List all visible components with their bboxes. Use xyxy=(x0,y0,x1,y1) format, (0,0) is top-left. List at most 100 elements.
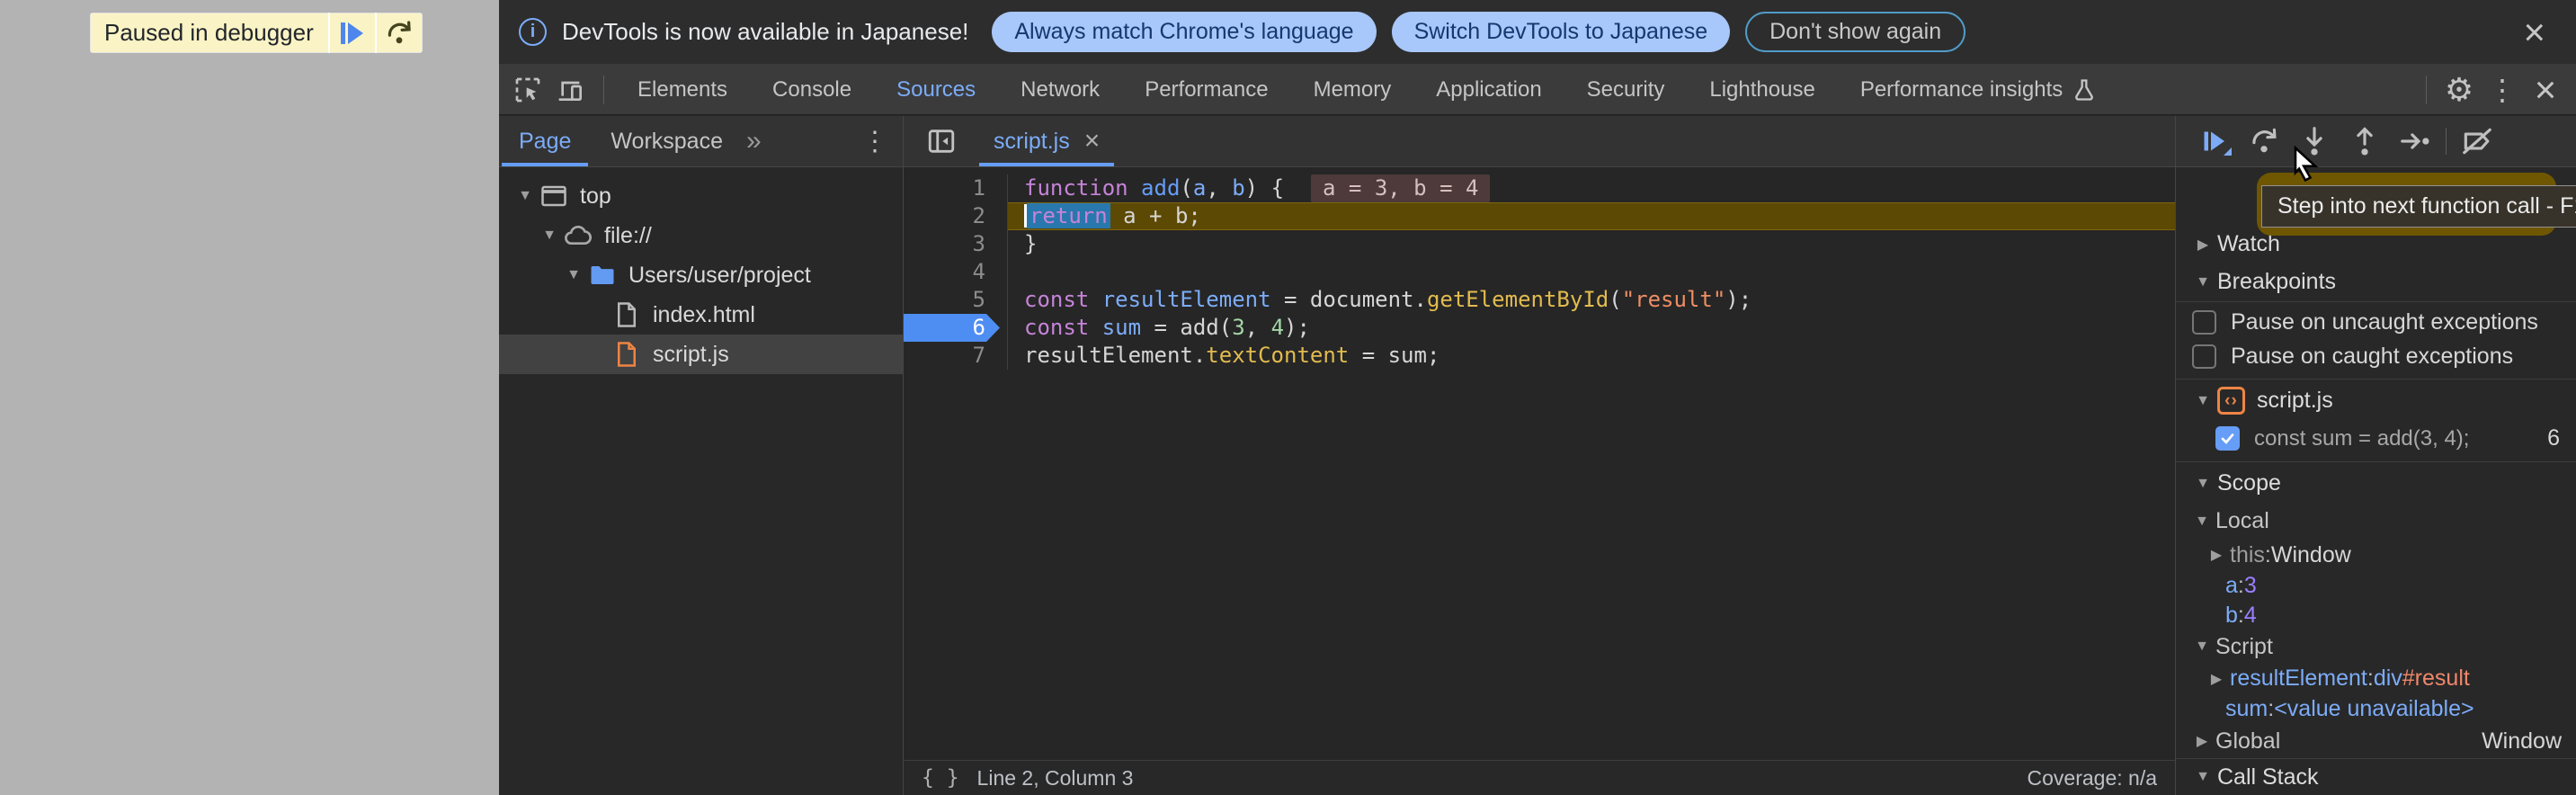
chevron-down-icon: ▼ xyxy=(2188,274,2217,290)
tree-item-file-[interactable]: ▼file:// xyxy=(499,216,903,255)
always-match-language-button[interactable]: Always match Chrome's language xyxy=(992,12,1376,52)
section-scope[interactable]: ▼ Scope xyxy=(2176,464,2576,504)
scope-local-group[interactable]: ▼ Local xyxy=(2176,504,2576,540)
code-line-2[interactable]: 2return a + b; xyxy=(904,202,2175,230)
checkbox-unchecked[interactable] xyxy=(2192,344,2216,369)
tab-security[interactable]: Security xyxy=(1564,65,1688,114)
pause-caught-exceptions-row[interactable]: Pause on caught exceptions xyxy=(2176,340,2576,374)
checkbox-checked[interactable] xyxy=(2215,426,2240,451)
scope-var-a[interactable]: a: 3 xyxy=(2176,571,2576,601)
code-line-3[interactable]: 3} xyxy=(904,230,2175,258)
code-line-7[interactable]: 7resultElement.textContent = sum; xyxy=(904,342,2175,370)
more-tabs-chevron-icon[interactable]: » xyxy=(746,126,762,156)
tab-sources[interactable]: Sources xyxy=(874,65,998,114)
line-number-gutter[interactable]: 2 xyxy=(904,202,1008,230)
infobar-close-icon[interactable]: × xyxy=(2512,13,2556,51)
tree-item-users-user-project[interactable]: ▼ Users/user/project xyxy=(499,255,903,295)
line-number: 2 xyxy=(973,203,985,228)
code-token: = sum; xyxy=(1349,343,1440,368)
tree-item-top[interactable]: ▼ top xyxy=(499,176,903,216)
tab-close-icon[interactable]: × xyxy=(1084,126,1101,156)
inspect-element-button[interactable] xyxy=(506,70,549,110)
code-token: ( xyxy=(1180,175,1192,201)
switch-to-japanese-button[interactable]: Switch DevTools to Japanese xyxy=(1392,12,1731,52)
scope-var-resultelement[interactable]: ▶ resultElement: div#result xyxy=(2176,663,2576,694)
tab-memory[interactable]: Memory xyxy=(1291,65,1414,114)
code-line-5[interactable]: 5const resultElement = document.getEleme… xyxy=(904,286,2175,314)
code-line-1[interactable]: 1function add(a, b) {a = 3, b = 4 xyxy=(904,174,2175,202)
tree-item-label: Users/user/project xyxy=(628,263,811,289)
breakpoint-entry[interactable]: const sum = add(3, 4); 6 xyxy=(2176,420,2576,458)
tab-workspace[interactable]: Workspace xyxy=(591,116,743,166)
code-token xyxy=(1128,175,1141,201)
breakpoint-line-marker[interactable]: 6 xyxy=(904,314,1008,342)
step-out-button[interactable] xyxy=(2340,121,2390,162)
code-token: 3 xyxy=(1232,315,1244,340)
checkbox-unchecked[interactable] xyxy=(2192,310,2216,335)
tab-label: Performance insights xyxy=(1860,77,2063,103)
line-number-gutter[interactable]: 7 xyxy=(904,342,1008,370)
step-into-button[interactable] xyxy=(2289,121,2340,162)
code-editor[interactable]: 1function add(a, b) {a = 3, b = 42return… xyxy=(904,167,2175,760)
deactivate-breakpoints-button[interactable] xyxy=(2452,121,2502,162)
code-line-content: resultElement.textContent = sum; xyxy=(1008,342,2175,370)
scope-var-b[interactable]: b: 4 xyxy=(2176,601,2576,630)
scope-global-group[interactable]: ▶ Global Window xyxy=(2176,724,2576,758)
editor-statusbar: { } Line 2, Column 3 Coverage: n/a xyxy=(904,760,2175,795)
tab-console[interactable]: Console xyxy=(750,65,874,114)
code-line-4[interactable]: 4 xyxy=(904,258,2175,286)
tab-lighthouse[interactable]: Lighthouse xyxy=(1687,65,1837,114)
navigator-menu-icon[interactable]: ⋮ xyxy=(861,126,888,157)
more-options-menu-icon[interactable]: ⋮ xyxy=(2481,70,2524,110)
line-number-gutter[interactable]: 1 xyxy=(904,174,1008,202)
editor-tab-scriptjs[interactable]: script.js × xyxy=(988,116,1105,166)
line-number-gutter[interactable]: 5 xyxy=(904,286,1008,314)
debugger-toolbar xyxy=(2176,116,2576,167)
code-token: ); xyxy=(1725,287,1752,312)
resume-script-button[interactable] xyxy=(330,13,375,53)
global-value: Window xyxy=(2482,728,2562,755)
pause-caught-label: Pause on caught exceptions xyxy=(2231,344,2513,370)
settings-gear-icon[interactable]: ⚙ xyxy=(2438,70,2481,110)
step-over-button[interactable] xyxy=(377,13,422,53)
resume-icon xyxy=(2197,125,2230,157)
disclosure-triangle-icon[interactable]: ▼ xyxy=(560,267,587,283)
var-value: 3 xyxy=(2244,573,2257,599)
section-breakpoints[interactable]: ▼ Breakpoints xyxy=(2176,264,2576,301)
toggle-device-toolbar-button[interactable] xyxy=(549,70,593,110)
scope-var-sum[interactable]: sum: <value unavailable> xyxy=(2176,694,2576,724)
sources-panel: Page Workspace » ⋮ ▼top▼file://▼Users/us… xyxy=(499,116,2576,795)
line-number: 5 xyxy=(973,287,985,312)
dont-show-again-button[interactable]: Don't show again xyxy=(1745,12,1965,52)
scope-var-this[interactable]: ▶ this: Window xyxy=(2176,539,2576,571)
disclosure-triangle-icon[interactable]: ▼ xyxy=(512,188,539,204)
scope-script-group[interactable]: ▼ Script xyxy=(2176,630,2576,663)
tab-network[interactable]: Network xyxy=(998,65,1122,114)
devtools-close-icon[interactable]: × xyxy=(2524,70,2567,110)
pause-uncaught-exceptions-row[interactable]: Pause on uncaught exceptions xyxy=(2176,306,2576,340)
breakpoint-file-group[interactable]: ▼ ‹› script.js xyxy=(2176,382,2576,420)
disclosure-triangle-icon[interactable]: ▼ xyxy=(536,228,563,244)
tree-item-index-html[interactable]: index.html xyxy=(499,295,903,335)
tab-elements[interactable]: Elements xyxy=(615,65,750,114)
pretty-print-icon[interactable]: { } xyxy=(922,766,959,790)
section-call-stack[interactable]: ▼ Call Stack xyxy=(2176,759,2576,795)
step-over-icon xyxy=(384,18,414,49)
tree-item-script-js[interactable]: script.js xyxy=(499,335,903,374)
step-over-button[interactable] xyxy=(2239,121,2289,162)
editor-tabbar: script.js × xyxy=(904,116,2175,167)
line-number-gutter[interactable]: 4 xyxy=(904,258,1008,286)
tab-application[interactable]: Application xyxy=(1413,65,1564,114)
tab-performance-insights[interactable]: Performance insights xyxy=(1838,65,2119,114)
code-token: textContent xyxy=(1206,343,1349,368)
code-token: ) { xyxy=(1245,175,1284,201)
line-number-gutter[interactable]: 3 xyxy=(904,230,1008,258)
tab-performance[interactable]: Performance xyxy=(1122,65,1290,114)
tree-item-label: top xyxy=(580,183,611,210)
collapse-panel-button[interactable] xyxy=(920,121,963,161)
step-button[interactable] xyxy=(2390,121,2440,162)
code-line-6[interactable]: 6const sum = add(3, 4); xyxy=(904,314,2175,342)
tab-page[interactable]: Page xyxy=(499,116,591,166)
inline-variable-values-hint: a = 3, b = 4 xyxy=(1311,174,1490,202)
resume-button[interactable] xyxy=(2188,121,2239,162)
